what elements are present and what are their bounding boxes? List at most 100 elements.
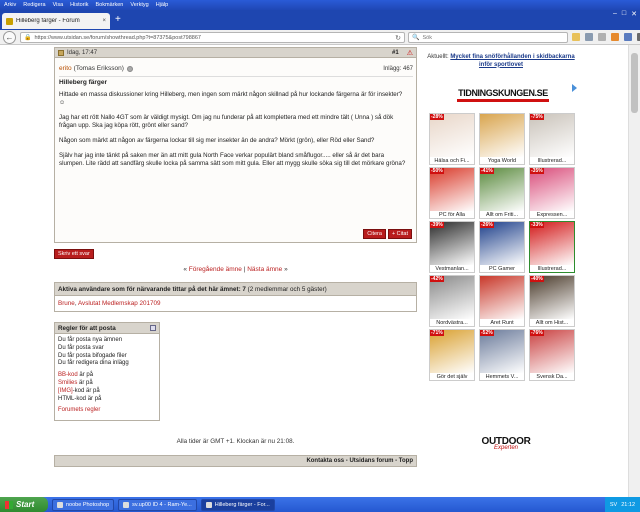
magazine-item[interactable]: -28% Hälsa och Fi...: [429, 113, 475, 165]
magazine-grid: -28% Hälsa och Fi... Yoga World -75% Illustr…: [429, 113, 575, 381]
magazine-name: Illustrerad...: [530, 158, 574, 164]
reload-icon[interactable]: ↻: [395, 34, 401, 42]
magazine-item[interactable]: -52% Hemmets V...: [479, 329, 525, 381]
discount-badge: -26%: [480, 222, 494, 228]
forum-rules-link[interactable]: Forumets regler: [58, 407, 156, 415]
browser-tab[interactable]: Hilleberg färger - Forum ×: [2, 13, 110, 29]
menu-item[interactable]: Verktyg: [130, 2, 148, 8]
taskbar-item[interactable]: Hilleberg färger - For...: [200, 498, 275, 511]
home-icon[interactable]: [611, 33, 619, 41]
adchoices-icon[interactable]: [572, 84, 577, 92]
start-button[interactable]: Start: [0, 497, 48, 512]
magazine-item[interactable]: -40% Allt om Hist...: [529, 275, 575, 327]
lock-icon: 🔒: [24, 35, 32, 41]
back-button[interactable]: ←: [3, 31, 16, 44]
news-box: Aktuellt: Mycket fina snöförhållanden i …: [427, 54, 575, 68]
magazine-cover: [480, 114, 524, 157]
quote-button[interactable]: Citera: [363, 229, 386, 239]
active-user-link[interactable]: Avslutat Medlemskap 201709: [78, 300, 161, 307]
posting-rules-box: Regler för att posta Du får posta nya äm…: [54, 322, 160, 421]
advertisement[interactable]: TIDNINGSKUNGEN.SE -28% Hälsa och Fi... Yog…: [427, 84, 577, 451]
windows-logo-icon: [5, 500, 13, 509]
discount-badge: -42%: [430, 276, 444, 282]
active-users-heading: Aktiva användare som för närvarande titt…: [55, 283, 416, 296]
previous-thread-link[interactable]: Föregående ämne: [189, 266, 242, 273]
magazine-item[interactable]: -76% Svensk Da...: [529, 329, 575, 381]
forum-thread: Idag, 17:47 #1 ⚠ erito (Tomas Eriksson) …: [54, 45, 417, 497]
author-real-name: (Tomas Eriksson): [73, 65, 124, 72]
close-window-icon[interactable]: ✕: [631, 10, 637, 18]
magazine-item[interactable]: Året Runt: [479, 275, 525, 327]
scrollbar[interactable]: [628, 45, 640, 497]
magazine-item[interactable]: -26% PC Gamer: [479, 221, 525, 273]
next-thread-link[interactable]: Nästa ämne: [247, 266, 282, 273]
post-number[interactable]: #1: [392, 50, 399, 56]
magazine-item[interactable]: -39% Vestmanlan...: [429, 221, 475, 273]
maximize-icon[interactable]: □: [622, 10, 626, 18]
magazine-name: Gör det själv: [430, 374, 474, 380]
smilies-link[interactable]: Smilies: [58, 380, 77, 386]
bbcode-link[interactable]: BB-kod: [58, 372, 78, 378]
toolbar-icons: [572, 33, 640, 41]
taskbar-item[interactable]: noobe Photoshop: [52, 498, 115, 511]
menu-item[interactable]: Arkiv: [4, 2, 16, 8]
post-paragraph: Jag har ett rött Nallo 4GT som är väldig…: [59, 114, 394, 129]
minimize-icon[interactable]: –: [613, 10, 617, 18]
magazine-item[interactable]: -50% PC för Alla: [429, 167, 475, 219]
news-link[interactable]: Mycket fina snöförhållanden i skidbackar…: [450, 54, 574, 68]
post-text: Hittade en massa diskussioner kring Hill…: [59, 91, 409, 175]
taskbar: Start noobe Photoshop sv.up00 ID 4 - Ram…: [0, 497, 640, 512]
magazine-cover: [480, 168, 524, 211]
magazine-item[interactable]: -33% Illustrerad...: [529, 221, 575, 273]
report-icon[interactable]: ⚠: [407, 49, 413, 57]
menu-item[interactable]: Hjälp: [156, 2, 169, 8]
language-indicator[interactable]: SV: [610, 502, 617, 508]
timezone-info: Alla tider är GMT +1. Klockan är nu 21:0…: [176, 438, 295, 445]
magazine-item[interactable]: -75% Illustrerad...: [529, 113, 575, 165]
magazine-item[interactable]: -71% Gör det själv: [429, 329, 475, 381]
magazine-item[interactable]: -41% Allt om Friti...: [479, 167, 525, 219]
multiquote-button[interactable]: + Citat: [387, 229, 412, 239]
discount-badge: -41%: [480, 168, 494, 174]
right-sidebar: Aktuellt: Mycket fina snöförhållanden i …: [421, 45, 581, 497]
img-code-link[interactable]: [IMG]: [58, 388, 73, 394]
posting-rules-body: Du får posta nya ämnen Du får posta svar…: [55, 334, 159, 418]
magazine-name: PC Gamer: [480, 266, 524, 272]
url-bar[interactable]: 🔒 https://www.utsidan.se/forum/showthrea…: [20, 32, 405, 43]
close-tab-icon[interactable]: ×: [102, 18, 106, 24]
collapse-icon[interactable]: [150, 325, 156, 331]
author-link[interactable]: erito: [59, 65, 72, 72]
search-input[interactable]: [422, 34, 563, 41]
library-icon[interactable]: [585, 33, 593, 41]
magazine-cover: [430, 276, 474, 319]
outdoor-experten-ad[interactable]: OUTDOOR Experten: [467, 436, 545, 451]
menu-item[interactable]: Historik: [70, 2, 88, 8]
app-icon: [57, 501, 63, 508]
discount-badge: -52%: [480, 330, 494, 336]
discount-badge: -76%: [530, 330, 544, 336]
star-icon[interactable]: [572, 33, 580, 41]
discount-badge: -71%: [430, 330, 444, 336]
menu-item[interactable]: Bokmärken: [96, 2, 124, 8]
posting-rules-heading: Regler för att posta: [55, 323, 159, 334]
extension-icon[interactable]: [624, 33, 632, 41]
taskbar-item[interactable]: sv.up00 ID 4 - Ram-Ye...: [118, 498, 197, 511]
search-box[interactable]: 🔍: [408, 32, 568, 43]
magazine-item[interactable]: Yoga World: [479, 113, 525, 165]
magazine-name: Yoga World: [480, 158, 524, 164]
reply-button[interactable]: Skriv ett svar: [54, 249, 94, 259]
footer-links[interactable]: Kontakta oss - Utsidans forum - Topp: [54, 455, 417, 467]
active-user-link[interactable]: Brune: [58, 300, 75, 307]
post-paragraph: Någon som märkt att någon av färgerna lo…: [59, 137, 375, 144]
menu-item[interactable]: Redigera: [23, 2, 45, 8]
magazine-item[interactable]: -35% Expressen...: [529, 167, 575, 219]
magazine-item[interactable]: -42% Nordvästra...: [429, 275, 475, 327]
magazine-name: Svensk Da...: [530, 374, 574, 380]
magazine-cover: [530, 114, 574, 157]
window-controls: – □ ✕: [613, 10, 637, 18]
new-tab-button[interactable]: +: [115, 15, 121, 25]
download-icon[interactable]: [598, 33, 606, 41]
post-status-icon: [58, 49, 64, 56]
magazine-cover: [530, 330, 574, 373]
menu-item[interactable]: Visa: [53, 2, 64, 8]
